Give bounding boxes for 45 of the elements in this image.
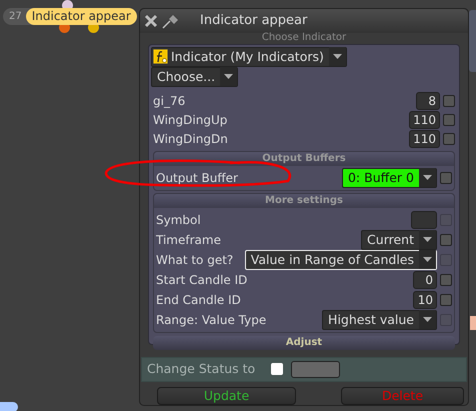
setting-label: Timeframe bbox=[156, 232, 222, 249]
checkbox[interactable] bbox=[271, 363, 284, 376]
dropdown[interactable]: Highest value bbox=[322, 310, 437, 330]
canvas-node[interactable] bbox=[470, 316, 476, 330]
setting-label: Symbol bbox=[156, 212, 202, 229]
section-header: More settings bbox=[154, 194, 454, 208]
number-field[interactable]: 110 bbox=[409, 130, 440, 148]
number-field[interactable]: 8 bbox=[416, 92, 440, 110]
number-field[interactable]: 10 bbox=[413, 290, 437, 309]
dropdown[interactable]: Current bbox=[361, 230, 437, 250]
indicator-select[interactable]: Indicator (My Indicators) bbox=[151, 46, 347, 67]
setting-label: What to get? bbox=[156, 252, 234, 269]
setting-label: Start Candle ID bbox=[156, 272, 248, 289]
setting-label: Output Buffer bbox=[156, 170, 239, 187]
window-title: Indicator appear bbox=[200, 12, 308, 30]
text-field[interactable] bbox=[411, 210, 437, 229]
status-field[interactable] bbox=[291, 360, 340, 378]
setting-label: End Candle ID bbox=[156, 292, 242, 309]
parameter-label: WingDingDn bbox=[153, 131, 229, 148]
node-label: Indicator appear bbox=[26, 8, 137, 25]
status-label: Change Status to bbox=[147, 360, 256, 378]
checkbox[interactable] bbox=[443, 114, 455, 126]
function-icon bbox=[153, 49, 168, 64]
number-field[interactable]: 0 bbox=[413, 270, 437, 289]
section-header: Output Buffers bbox=[154, 152, 454, 166]
checkbox[interactable] bbox=[440, 234, 452, 246]
checkbox[interactable] bbox=[440, 172, 452, 184]
node-number: 27 bbox=[8, 10, 23, 24]
checkbox[interactable] bbox=[443, 95, 455, 108]
update-button[interactable]: Update bbox=[157, 387, 296, 405]
dropdown[interactable]: Value in Range of Candles bbox=[244, 250, 437, 270]
close-icon[interactable] bbox=[144, 14, 158, 28]
canvas-node[interactable]: 27 Indicator appear bbox=[3, 8, 137, 25]
checkbox[interactable] bbox=[440, 294, 452, 306]
choose-select[interactable]: Choose... bbox=[151, 66, 238, 87]
checkbox[interactable] bbox=[443, 133, 455, 146]
adjust-bar[interactable]: Adjust bbox=[153, 336, 455, 350]
number-field[interactable]: 110 bbox=[409, 111, 440, 130]
parameter-label: WingDingUp bbox=[153, 112, 228, 130]
dropdown[interactable]: 0: Buffer 0 bbox=[342, 168, 437, 188]
parameter-label: gi_76 bbox=[153, 93, 186, 110]
section-header: Choose Indicator bbox=[260, 32, 348, 43]
pin-icon[interactable] bbox=[162, 12, 180, 29]
checkbox[interactable] bbox=[440, 274, 452, 286]
setting-label: Range: Value Type bbox=[156, 312, 268, 329]
